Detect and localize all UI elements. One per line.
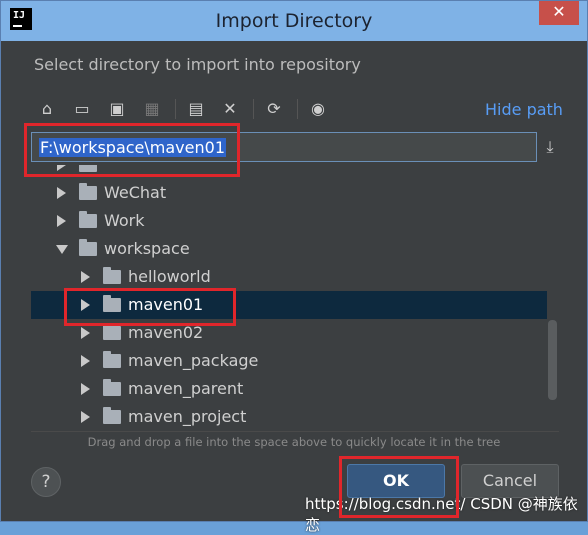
close-button[interactable]: ✕ xyxy=(539,1,579,25)
expand-arrow-icon[interactable] xyxy=(81,271,90,283)
tree-item-label: maven_parent xyxy=(128,379,244,398)
expand-arrow-icon[interactable] xyxy=(81,327,90,339)
drag-drop-hint: Drag and drop a file into the space abov… xyxy=(87,435,501,449)
tree-item-label: WeChat xyxy=(104,183,167,202)
folder-icon xyxy=(103,323,121,340)
expand-arrow-icon[interactable] xyxy=(57,187,66,199)
folder-icon xyxy=(79,239,97,256)
download-icon[interactable]: ⤓ xyxy=(541,137,559,159)
expand-arrow-icon[interactable] xyxy=(81,355,90,367)
home-icon[interactable]: ⌂ xyxy=(36,98,58,120)
folder-icon xyxy=(79,165,97,172)
help-icon: ? xyxy=(41,472,51,492)
expand-arrow-icon xyxy=(57,165,66,171)
directory-tree[interactable]: WeChat Work workspace helloworld maven01… xyxy=(31,165,559,432)
tree-item-label: helloworld xyxy=(128,267,211,286)
expand-arrow-icon[interactable] xyxy=(81,411,90,423)
tree-item-label: workspace xyxy=(104,239,190,258)
tree-row-helloworld[interactable]: helloworld xyxy=(31,263,547,291)
dialog-subtitle: Select directory to import into reposito… xyxy=(34,55,361,74)
collapse-arrow-icon[interactable] xyxy=(56,245,68,254)
toolbar-separator xyxy=(175,99,176,119)
tree-row-partial xyxy=(31,165,547,179)
tree-row-workspace[interactable]: workspace xyxy=(31,235,547,263)
folder-icon xyxy=(103,351,121,368)
desktop-icon[interactable]: ▭ xyxy=(71,98,93,120)
folder-icon xyxy=(103,295,121,312)
tree-scrollbar[interactable] xyxy=(548,320,557,400)
refresh-icon[interactable]: ⟳ xyxy=(263,98,285,120)
expand-arrow-icon[interactable] xyxy=(57,215,66,227)
tree-item-label: maven_package xyxy=(128,351,259,370)
path-input[interactable]: F:\workspace\maven01 xyxy=(31,132,537,162)
tree-row-maven01[interactable]: maven01 xyxy=(31,291,547,319)
folder-icon xyxy=(103,407,121,424)
tree-row-maven-project[interactable]: maven_project xyxy=(31,403,547,431)
show-hidden-icon[interactable]: ◉ xyxy=(307,98,329,120)
tree-row-maven-package[interactable]: maven_package xyxy=(31,347,547,375)
tree-row-work[interactable]: Work xyxy=(31,207,547,235)
folder-icon xyxy=(79,183,97,200)
tree-row-wechat[interactable]: WeChat xyxy=(31,179,547,207)
tree-row-maven02[interactable]: maven02 xyxy=(31,319,547,347)
folder-icon xyxy=(103,379,121,396)
tree-item-label: maven_project xyxy=(128,407,247,426)
toolbar-separator xyxy=(253,99,254,119)
help-button[interactable]: ? xyxy=(31,467,61,497)
expand-arrow-icon[interactable] xyxy=(81,383,90,395)
path-input-value: F:\workspace\maven01 xyxy=(39,138,226,157)
hide-path-link[interactable]: Hide path xyxy=(485,100,563,119)
tree-item-label: maven02 xyxy=(128,323,204,342)
tree-row-maven-parent[interactable]: maven_parent xyxy=(31,375,547,403)
import-directory-dialog: IJ Import Directory ✕ Select directory t… xyxy=(0,0,588,534)
watermark: https://blog.csdn.net/ CSDN @神族依恋 xyxy=(305,495,578,534)
toolbar-separator xyxy=(297,99,298,119)
delete-icon[interactable]: ✕ xyxy=(219,98,241,120)
new-folder-icon[interactable]: ▤ xyxy=(185,98,207,120)
tree-item-label: Work xyxy=(104,211,145,230)
dialog-title: Import Directory xyxy=(215,10,373,32)
folder-icon xyxy=(79,211,97,228)
expand-arrow-icon[interactable] xyxy=(81,299,90,311)
module-icon[interactable]: ▦ xyxy=(141,98,163,120)
tree-item-label: maven01 xyxy=(128,295,204,314)
project-icon[interactable]: ▣ xyxy=(106,98,128,120)
folder-icon xyxy=(103,267,121,284)
close-icon: ✕ xyxy=(552,2,566,21)
title-bar[interactable]: IJ Import Directory ✕ xyxy=(1,1,587,41)
